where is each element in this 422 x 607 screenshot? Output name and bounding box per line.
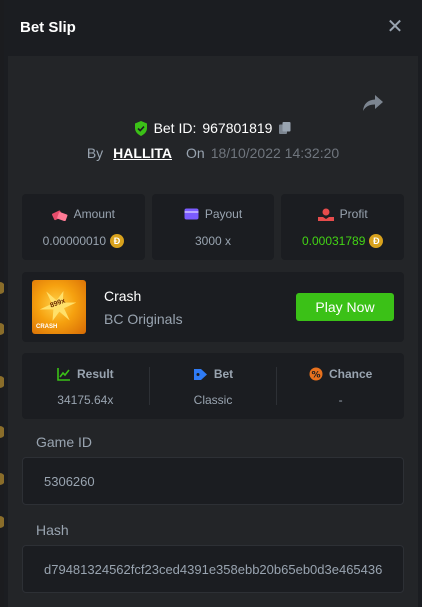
modal-header: Bet Slip ✕ <box>4 0 422 56</box>
bet-type-label: Bet <box>213 367 234 381</box>
bet-info: Result 34175.64x Bet Classic % Chance - <box>22 353 404 419</box>
hash-value: d79481324562fcf23ced4391e358ebb20b65eb0d… <box>44 562 383 577</box>
chance-label: Chance <box>329 367 373 381</box>
game-provider: BC Originals <box>104 311 183 327</box>
close-icon[interactable]: ✕ <box>386 17 404 37</box>
copy-icon[interactable] <box>278 121 292 135</box>
on-label: On <box>186 145 205 161</box>
bet-id-row: Bet ID: 967801819 <box>8 120 418 136</box>
thumb-label: CRASH <box>36 324 58 330</box>
username-link[interactable]: HALLITA <box>113 145 172 161</box>
amount-stat: Amount 0.00000010 Đ <box>22 194 145 260</box>
game-id-field[interactable]: 5306260 <box>22 457 404 505</box>
crash-game-thumbnail[interactable]: 899x CRASH <box>32 280 86 334</box>
amount-label: Amount <box>73 207 116 221</box>
bet-slip-content: Bet ID: 967801819 By HALLITA On 18/10/20… <box>8 56 418 607</box>
bet-meta-row: By HALLITA On 18/10/2022 14:32:20 <box>8 145 418 161</box>
by-label: By <box>86 145 104 161</box>
chance-value: - <box>338 393 343 407</box>
coins-icon <box>51 210 68 221</box>
play-now-button[interactable]: Play Now <box>296 293 394 321</box>
share-icon[interactable] <box>362 94 384 112</box>
bet-stats: Amount 0.00000010 Đ Payout 3000 x Profit… <box>22 194 405 260</box>
game-card: 899x CRASH Crash BC Originals Play Now <box>22 272 404 342</box>
verified-shield-icon <box>134 120 147 136</box>
result-column: Result 34175.64x <box>22 367 149 407</box>
payout-stat: Payout 3000 x <box>151 194 275 260</box>
bet-slip-modal: Bet Slip ✕ Bet ID: 967801819 By HALLITA … <box>4 0 422 607</box>
svg-text:%: % <box>311 371 320 381</box>
bet-id-label: Bet ID: <box>153 120 197 136</box>
profit-label: Profit <box>339 207 368 221</box>
amount-value: 0.00000010 <box>42 234 107 248</box>
modal-title: Bet Slip <box>20 19 76 36</box>
hash-label: Hash <box>36 522 69 538</box>
chance-column: % Chance - <box>276 367 404 407</box>
game-id-label: Game ID <box>36 434 93 450</box>
bet-date: 18/10/2022 14:32:20 <box>210 145 340 161</box>
profit-stat: Profit 0.00031789 Đ <box>281 194 405 260</box>
game-id-value: 5306260 <box>44 474 95 489</box>
game-name: Crash <box>104 288 142 304</box>
result-label: Result <box>76 367 114 381</box>
profit-value: 0.00031789 <box>301 234 366 248</box>
doge-coin-icon: Đ <box>110 234 125 248</box>
bet-id-value: 967801819 <box>202 120 273 136</box>
bet-type-value: Classic <box>193 393 233 407</box>
doge-coin-icon: Đ <box>369 234 384 248</box>
bet-type-column: Bet Classic <box>148 367 277 407</box>
payout-value: 3000 x <box>194 234 232 248</box>
tag-icon <box>193 368 207 380</box>
profit-icon <box>317 208 334 221</box>
result-value: 34175.64x <box>57 393 114 407</box>
wallet-icon <box>184 208 199 220</box>
result-chart-icon <box>57 368 70 381</box>
hash-field[interactable]: d79481324562fcf23ced4391e358ebb20b65eb0d… <box>22 545 404 593</box>
percent-icon: % <box>309 367 323 381</box>
payout-label: Payout <box>204 207 243 221</box>
